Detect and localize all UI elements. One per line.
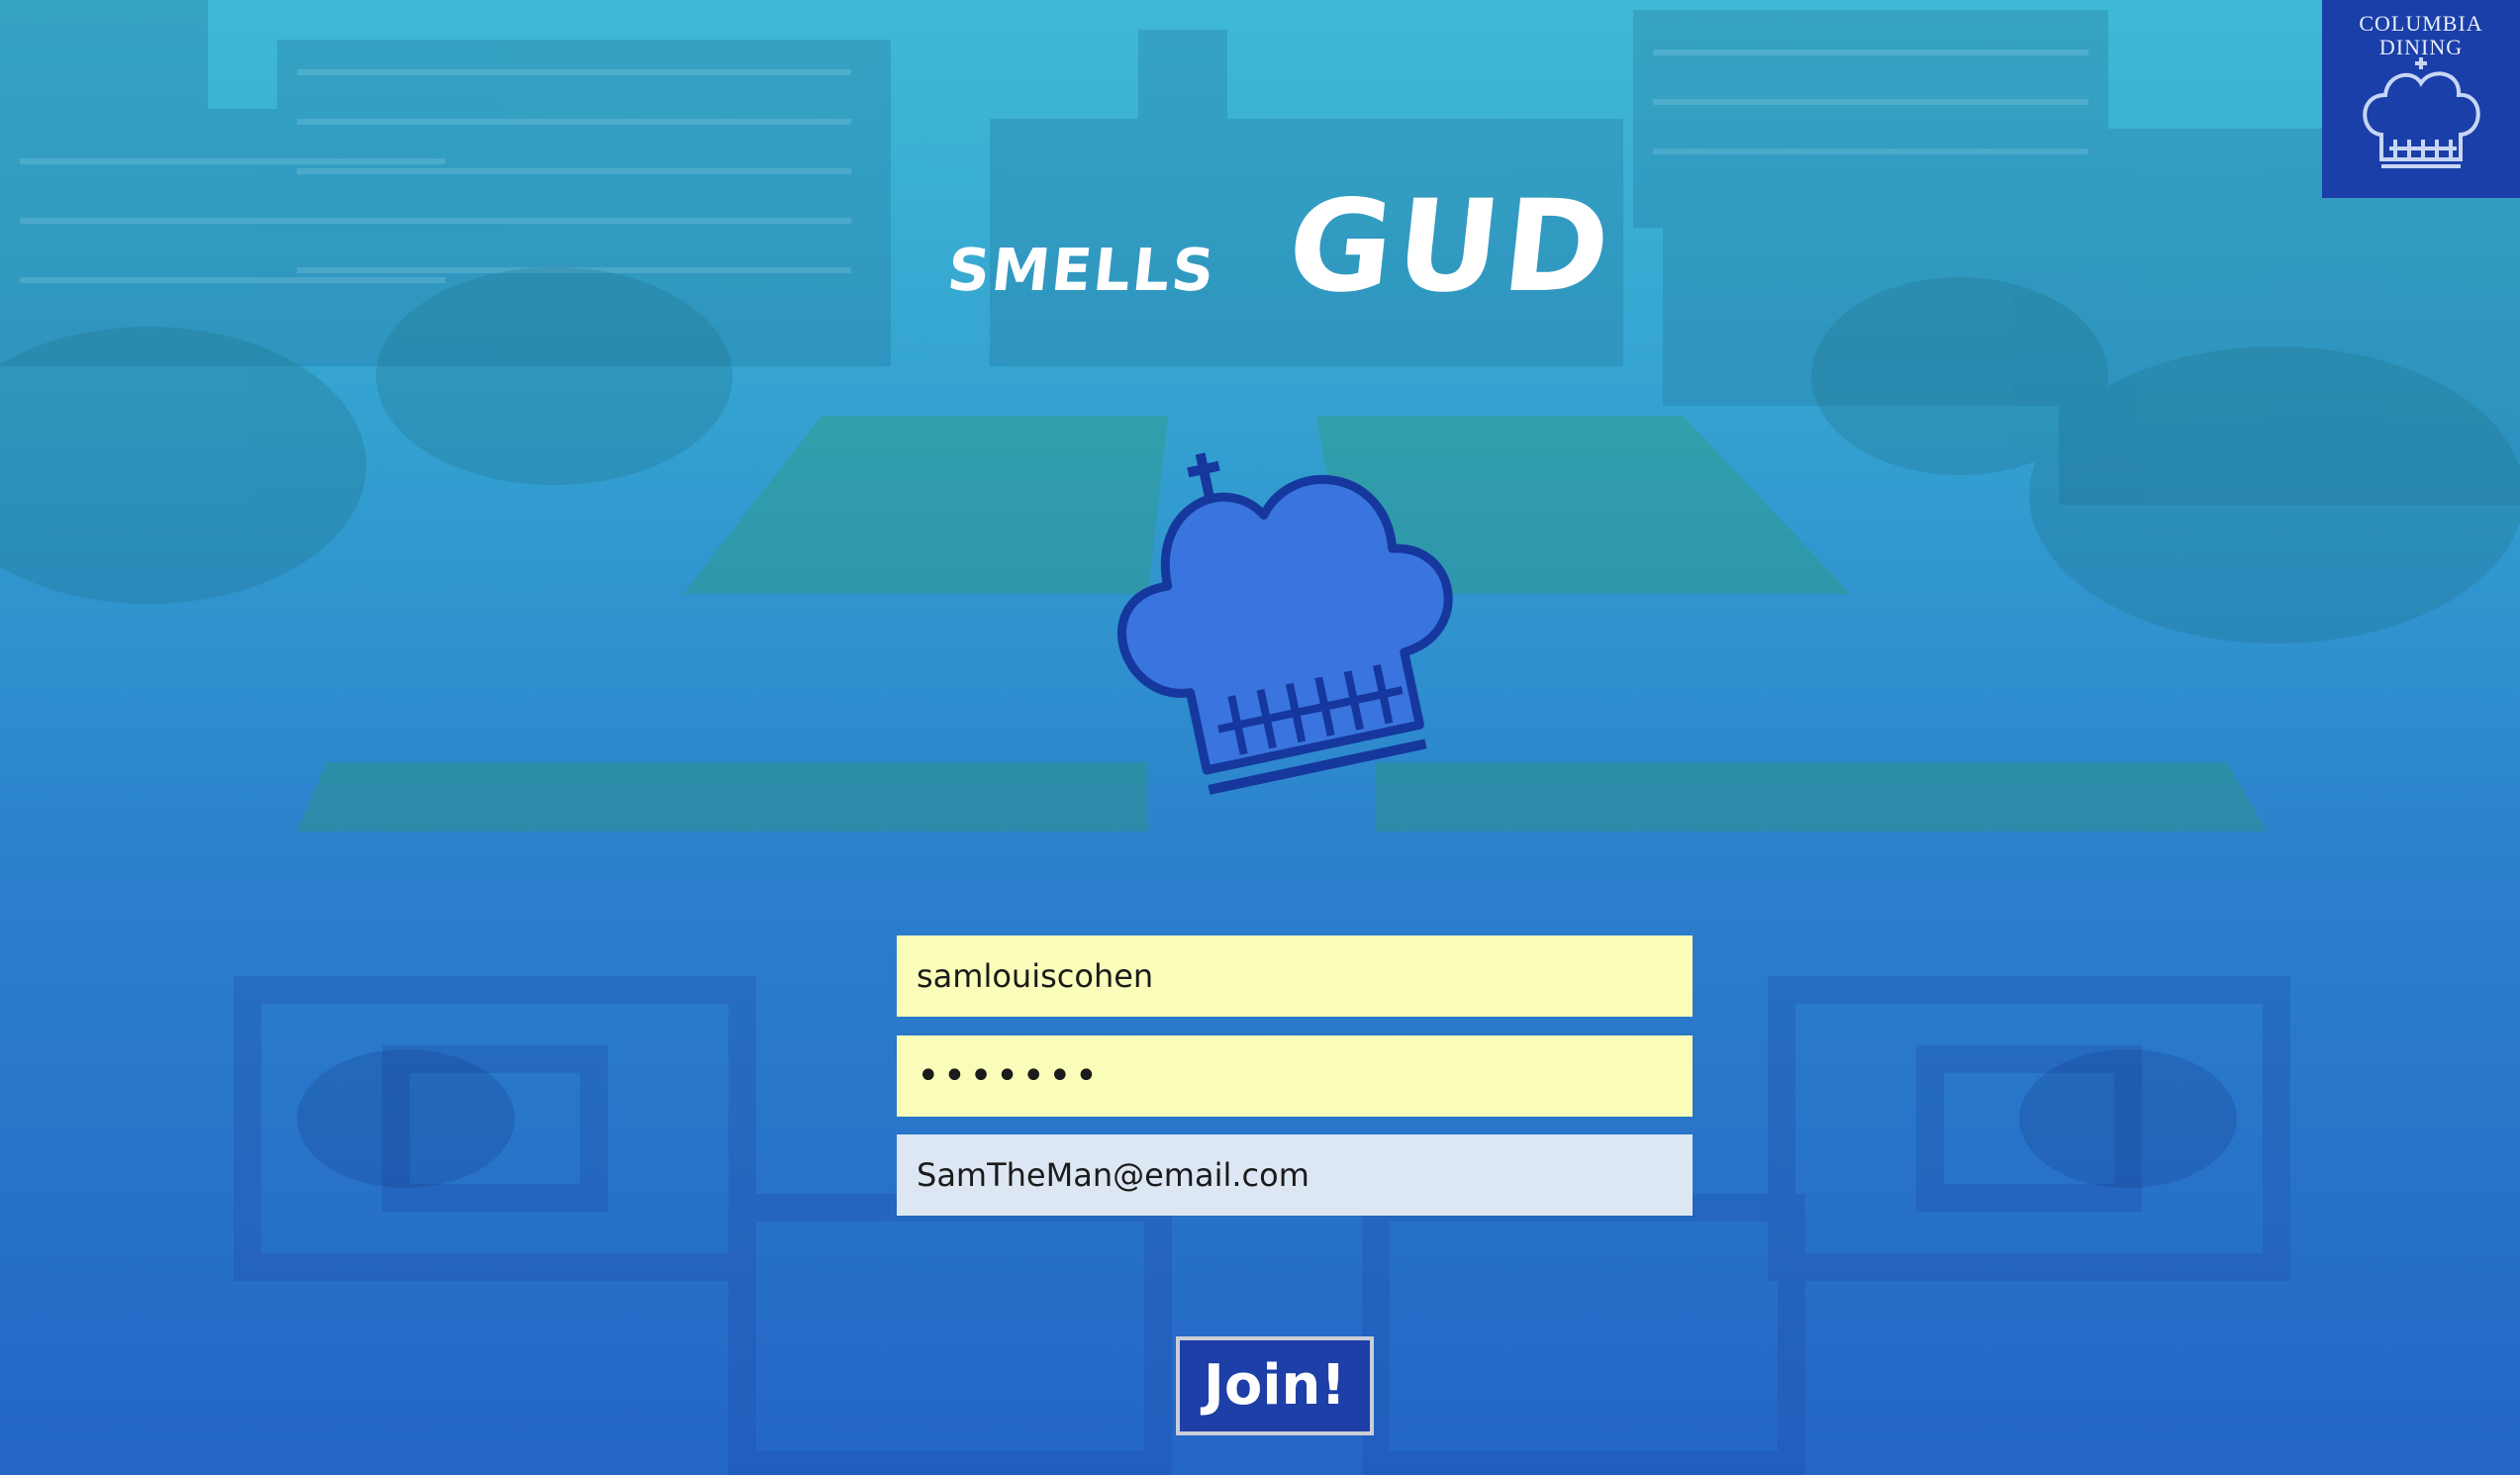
password-input[interactable]: [897, 1035, 1693, 1117]
chef-hat-icon: [1116, 452, 1453, 795]
join-button[interactable]: Join!: [1176, 1336, 1374, 1435]
smellsgud-logo: smells GUD: [950, 173, 1603, 321]
columbia-dining-logo[interactable]: COLUMBIA DINING: [2322, 0, 2520, 198]
logo-text-line1: COLUMBIA: [2359, 11, 2483, 36]
chef-hat-icon: [2363, 57, 2480, 168]
username-input[interactable]: [897, 935, 1693, 1017]
email-input[interactable]: [897, 1134, 1693, 1216]
brand-name-part2: GUD: [1281, 173, 1603, 321]
brand-name-part1: smells: [950, 213, 1221, 310]
signup-page: COLUMBIA DINING smells GUD samlouiscohen…: [0, 0, 2520, 1475]
